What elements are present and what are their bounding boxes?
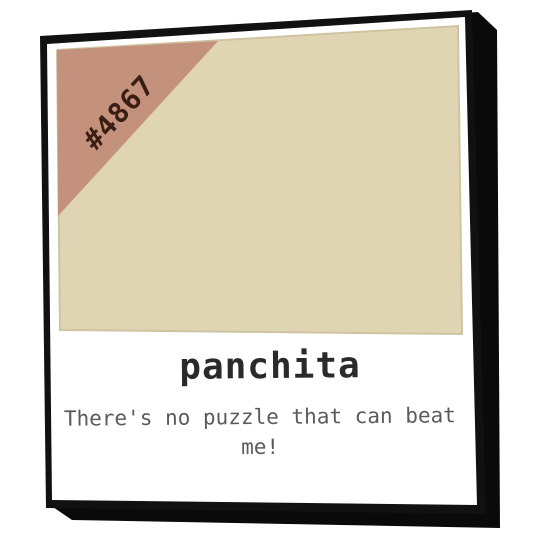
card-name: panchita xyxy=(179,345,361,388)
collectible-card-view: #4867 panchita There's no puzzle that ca… xyxy=(0,0,540,540)
card-quote: There's no puzzle that can beat me! xyxy=(63,403,456,460)
